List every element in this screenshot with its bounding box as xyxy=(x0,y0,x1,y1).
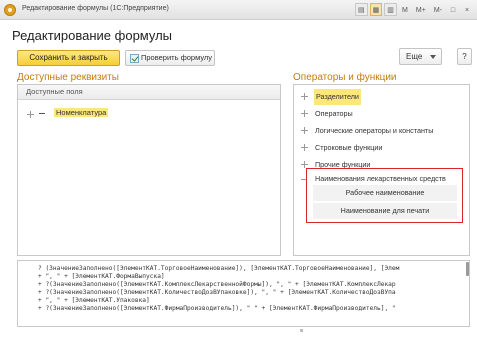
more-label: Еще xyxy=(406,52,423,61)
memory-button-mminus[interactable]: M- xyxy=(431,3,445,16)
window-title: Редактирование формулы (1С:Предприятие) xyxy=(22,5,169,12)
memory-button-mplus[interactable]: M+ xyxy=(413,3,429,16)
help-button[interactable]: ? xyxy=(457,48,472,65)
check-formula-button[interactable]: Проверить формулу xyxy=(125,50,215,66)
code-line: + ?(ЗначениеЗаполнено([ЭлементКАТ.Компле… xyxy=(38,281,396,288)
tree-item-label: Номенклатура xyxy=(54,108,109,117)
close-icon[interactable]: × xyxy=(461,3,473,16)
operator-group-label: Логические операторы и константы xyxy=(315,126,434,135)
expand-icon[interactable] xyxy=(301,127,308,134)
operator-group-label: Операторы xyxy=(315,109,353,118)
available-fields-panel: Доступные поля Номенклатура xyxy=(17,84,281,256)
page-title: Редактирование формулы xyxy=(12,28,173,43)
code-line: + ?(ЗначениеЗаполнено([ЭлементКАТ.ФирмаП… xyxy=(38,305,396,312)
expand-icon[interactable] xyxy=(301,144,308,151)
expand-icon[interactable] xyxy=(27,111,34,118)
toolbar-icon-3[interactable]: ▥ xyxy=(384,3,397,16)
operator-group-operators[interactable]: Операторы xyxy=(294,106,469,122)
code-line: + ", " + [ЭлементКАТ.Упаковка] xyxy=(38,297,150,304)
save-and-close-button[interactable]: Сохранить и закрыть xyxy=(17,50,120,66)
toolbar-icon-2[interactable]: ▦ xyxy=(369,3,383,16)
available-attributes-title: Доступные реквизиты xyxy=(17,72,119,83)
operator-group-label: Строковые функции xyxy=(315,143,383,152)
chevron-down-icon xyxy=(430,55,436,59)
expand-icon[interactable] xyxy=(301,161,308,168)
insert-working-name-button[interactable]: Рабочее наименование xyxy=(313,185,457,201)
operator-group-string-functions[interactable]: Строковые функции xyxy=(294,140,469,156)
operators-functions-title: Операторы и функции xyxy=(293,72,397,83)
vertical-scrollbar[interactable] xyxy=(466,262,469,276)
more-button[interactable]: Еще xyxy=(399,48,442,65)
window-controls: ▤ ▦ ▥ M M+ M- □ × xyxy=(355,3,473,16)
app-logo-icon xyxy=(4,4,16,16)
check-formula-label: Проверить формулу xyxy=(141,53,213,62)
available-fields-header: Доступные поля xyxy=(18,85,280,100)
code-line: + ", " + [ЭлементКАТ.ФормаВыпуска] xyxy=(38,273,165,280)
horizontal-scrollbar[interactable] xyxy=(300,329,303,332)
memory-button-m[interactable]: M xyxy=(399,3,411,16)
check-formula-icon xyxy=(130,54,139,63)
tree-item-nomenclature[interactable]: Номенклатура xyxy=(18,107,280,121)
maximize-icon[interactable]: □ xyxy=(447,3,459,16)
code-line: + ?(ЗначениеЗаполнено([ЭлементКАТ.Количе… xyxy=(38,289,396,296)
code-line: ? (ЗначениеЗаполнено([ЭлементКАТ.Торгово… xyxy=(38,265,400,272)
expand-icon[interactable] xyxy=(301,93,308,100)
insert-print-name-button[interactable]: Наименование для печати xyxy=(313,203,457,219)
expand-icon[interactable] xyxy=(301,110,308,117)
formula-editor[interactable]: ? (ЗначениеЗаполнено([ЭлементКАТ.Торгово… xyxy=(17,260,470,327)
tree-line-icon xyxy=(39,113,45,114)
operator-group-logical[interactable]: Логические операторы и константы xyxy=(294,123,469,139)
operator-group-separators[interactable]: Разделители xyxy=(294,89,469,105)
window-titlebar: Редактирование формулы (1С:Предприятие) … xyxy=(0,0,477,20)
toolbar-icon-1[interactable]: ▤ xyxy=(355,3,368,16)
operator-group-label: Разделители xyxy=(314,89,361,105)
